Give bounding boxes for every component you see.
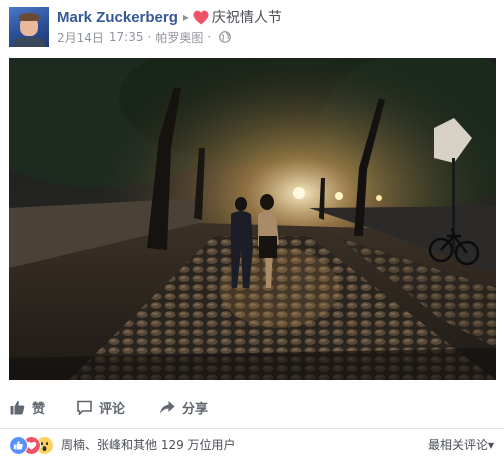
avatar[interactable] — [9, 7, 49, 47]
comment-sort-label: 最相关评论 — [427, 438, 488, 452]
post-header: Mark Zuckerberg ▸ 庆祝情人节 2月14日 17:35 · 帕罗… — [0, 0, 504, 56]
post-time[interactable]: 17:35 — [109, 30, 144, 44]
like-reaction-icon — [9, 436, 28, 455]
like-label: 赞 — [32, 401, 46, 417]
reaction-icons[interactable] — [9, 436, 59, 455]
post-photo[interactable] — [9, 58, 496, 380]
comment-button[interactable]: 评论 — [77, 391, 125, 423]
globe-icon[interactable] — [219, 31, 232, 43]
chevron-down-icon: ▾ — [487, 438, 494, 452]
meta-dot: · — [147, 30, 152, 44]
post-date[interactable]: 2月14日 — [57, 29, 104, 46]
photo-night-walk — [9, 58, 496, 380]
post-location[interactable]: 帕罗奥图 — [155, 29, 203, 46]
post-title-line: Mark Zuckerberg ▸ 庆祝情人节 — [57, 8, 282, 27]
share-label: 分享 — [182, 401, 209, 417]
author-name-link[interactable]: Mark Zuckerberg — [57, 9, 178, 26]
comment-icon — [77, 400, 92, 415]
separator-arrow: ▸ — [182, 10, 189, 24]
comment-sort-dropdown[interactable]: 最相关评论▾ — [428, 436, 494, 454]
reactions-bar: 周楠、张峰和其他 129 万位用户 最相关评论▾ — [0, 431, 504, 457]
share-icon — [160, 400, 175, 413]
thumbs-up-icon — [10, 400, 25, 414]
comment-label: 评论 — [99, 401, 126, 417]
activity-label: 庆祝情人节 — [211, 10, 282, 26]
meta-dot-2: · — [207, 30, 212, 44]
post-actions: 赞 评论 分享 — [0, 391, 504, 423]
reaction-summary[interactable]: 周楠、张峰和其他 129 万位用户 — [61, 436, 236, 454]
post-meta: 2月14日 17:35 · 帕罗奥图 · — [57, 29, 232, 46]
like-button[interactable]: 赞 — [10, 391, 45, 423]
share-button[interactable]: 分享 — [159, 391, 208, 423]
heart-icon — [193, 10, 209, 24]
reactions-divider — [0, 428, 504, 429]
